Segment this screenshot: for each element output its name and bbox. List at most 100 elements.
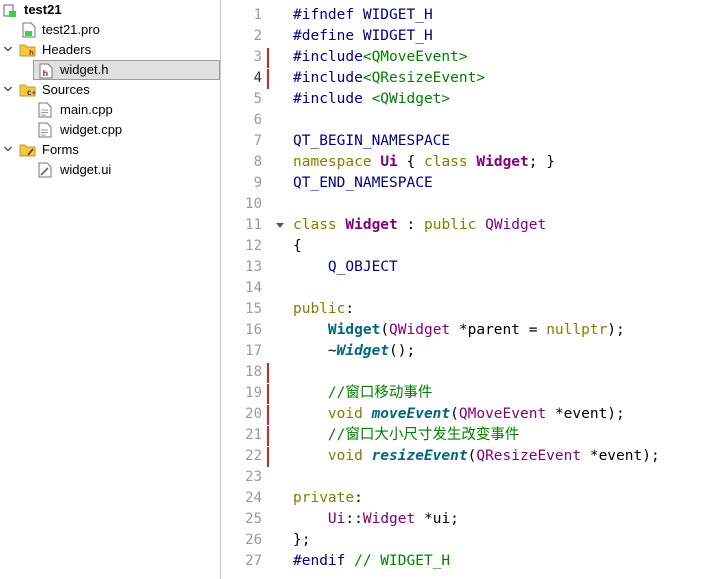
code-token: class bbox=[293, 217, 346, 233]
line-number: 13 bbox=[245, 259, 262, 275]
line-number: 16 bbox=[245, 322, 262, 338]
line-number: 19 bbox=[245, 385, 262, 401]
code-line[interactable]: namespace Ui { class Widget; } bbox=[293, 152, 555, 173]
code-token: public bbox=[293, 301, 346, 317]
code-token: QT_BEGIN_NAMESPACE bbox=[293, 133, 451, 149]
code-line[interactable]: QT_END_NAMESPACE bbox=[293, 173, 433, 194]
cpp-file-icon bbox=[38, 102, 52, 118]
expand-arrow-icon[interactable] bbox=[4, 85, 12, 93]
folder-source-icon: C+ bbox=[19, 84, 36, 97]
code-line[interactable]: #include<QMoveEvent> bbox=[293, 47, 468, 68]
change-marker bbox=[267, 426, 269, 446]
change-marker bbox=[267, 69, 269, 89]
code-token: Widget bbox=[476, 154, 529, 170]
tree-item-widget-ui[interactable]: widget.ui bbox=[0, 160, 220, 180]
line-number: 11 bbox=[245, 217, 262, 233]
tree-item-widget-h[interactable]: h widget.h bbox=[33, 60, 220, 80]
code-token: *event); bbox=[546, 406, 625, 422]
code-line[interactable]: { bbox=[293, 236, 302, 257]
code-token: class bbox=[423, 154, 477, 170]
expand-arrow-icon[interactable] bbox=[4, 145, 12, 153]
pro-file-label: test21.pro bbox=[42, 22, 100, 37]
line-number: 15 bbox=[245, 301, 262, 317]
line-number: 26 bbox=[245, 532, 262, 548]
code-token: Ui bbox=[327, 511, 346, 527]
svg-text:h: h bbox=[29, 49, 34, 57]
line-number: 2 bbox=[253, 28, 262, 44]
code-token: #include bbox=[293, 49, 363, 65]
fold-arrow-icon[interactable] bbox=[276, 223, 284, 228]
code-token: public bbox=[423, 217, 486, 233]
code-line[interactable]: private: bbox=[293, 488, 363, 509]
change-marker bbox=[267, 48, 269, 68]
source-file-label: main.cpp bbox=[60, 102, 113, 117]
code-line[interactable]: Widget(QWidget *parent = nullptr); bbox=[293, 320, 625, 341]
tree-item-sources[interactable]: C+ Sources bbox=[0, 80, 220, 100]
code-token: nullptr bbox=[546, 322, 608, 338]
code-line[interactable]: //窗口大小尺寸发生改变事件 bbox=[293, 425, 519, 446]
tree-item-main-cpp[interactable]: main.cpp bbox=[0, 100, 220, 120]
code-line[interactable]: #endif // WIDGET_H bbox=[293, 551, 450, 572]
code-line[interactable]: #include <QWidget> bbox=[293, 89, 450, 110]
code-token: ( bbox=[450, 406, 459, 422]
code-token: <QWidget> bbox=[371, 91, 451, 107]
line-number: 5 bbox=[253, 91, 262, 107]
code-token: Widget bbox=[336, 343, 390, 359]
folder-header-icon: h bbox=[19, 44, 36, 57]
code-line[interactable]: }; bbox=[293, 530, 310, 551]
code-line[interactable]: Ui::Widget *ui; bbox=[293, 509, 459, 530]
code-token: QT_END_NAMESPACE bbox=[293, 175, 433, 191]
header-file-label: widget.h bbox=[60, 62, 109, 77]
code-line[interactable]: void resizeEvent(QResizeEvent *event); bbox=[293, 446, 660, 467]
code-token: ~ bbox=[293, 343, 337, 359]
headers-label: Headers bbox=[42, 42, 92, 57]
code-line[interactable]: #include<QResizeEvent> bbox=[293, 68, 485, 89]
code-token: Widget bbox=[327, 322, 381, 338]
code-token: : bbox=[345, 301, 355, 317]
code-line[interactable]: class Widget : public QWidget bbox=[293, 215, 546, 236]
tree-item-headers[interactable]: h Headers bbox=[0, 40, 220, 60]
project-tree: test21 test21.pro h Headers h widget.h C… bbox=[0, 0, 221, 579]
line-number: 17 bbox=[245, 343, 262, 359]
code-token: void bbox=[327, 448, 372, 464]
code-token: #define WIDGET_H bbox=[293, 28, 433, 44]
code-token: // WIDGET_H bbox=[354, 553, 451, 569]
code-line[interactable]: ~Widget(); bbox=[293, 341, 415, 362]
tree-item-forms[interactable]: Forms bbox=[0, 140, 220, 160]
code-token: Ui bbox=[380, 154, 398, 170]
code-editor[interactable]: 1 2 3 4 5 6 7 8 9 10 11 12 13 14 15 16 17 18 19 20 21 22 23 24 2… bbox=[222, 0, 715, 579]
folder-forms-icon bbox=[19, 144, 36, 157]
line-number: 10 bbox=[245, 196, 262, 212]
line-number-gutter: 1 2 3 4 5 6 7 8 9 10 11 12 13 14 15 16 17 18 19 20 21 22 23 24 2… bbox=[222, 0, 284, 579]
code-line[interactable]: Q_OBJECT bbox=[293, 257, 398, 278]
tree-item-project[interactable]: test21 bbox=[0, 0, 220, 20]
change-marker bbox=[267, 363, 269, 383]
line-number: 7 bbox=[253, 133, 262, 149]
code-line[interactable]: void moveEvent(QMoveEvent *event); bbox=[293, 404, 625, 425]
sources-label: Sources bbox=[42, 82, 90, 97]
code-token: *event); bbox=[581, 448, 660, 464]
code-line[interactable]: QT_BEGIN_NAMESPACE bbox=[293, 131, 450, 152]
code-token: QWidget bbox=[389, 322, 451, 338]
code-token: *ui; bbox=[415, 511, 459, 527]
line-number: 27 bbox=[245, 553, 262, 569]
project-name: test21 bbox=[24, 2, 62, 17]
project-icon bbox=[3, 4, 16, 17]
code-line[interactable]: #ifndef WIDGET_H bbox=[293, 5, 433, 26]
code-line[interactable]: public: bbox=[293, 299, 354, 320]
line-number: 8 bbox=[253, 154, 262, 170]
tree-item-pro-file[interactable]: test21.pro bbox=[0, 20, 220, 40]
code-token: :: bbox=[345, 511, 363, 527]
expand-arrow-icon[interactable] bbox=[4, 45, 12, 53]
code-line[interactable]: //窗口移动事件 bbox=[293, 383, 432, 404]
line-number: 20 bbox=[245, 406, 262, 422]
code-token: : bbox=[354, 490, 363, 506]
code-line[interactable]: #define WIDGET_H bbox=[293, 26, 433, 47]
tree-item-widget-cpp[interactable]: widget.cpp bbox=[0, 120, 220, 140]
pro-file-icon bbox=[22, 22, 36, 38]
